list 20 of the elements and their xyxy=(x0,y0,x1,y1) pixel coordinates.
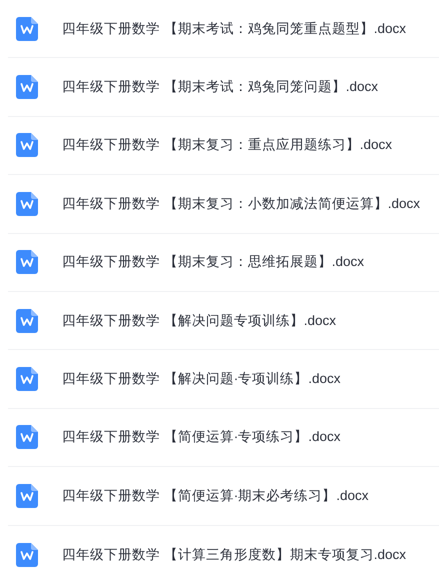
word-document-icon xyxy=(16,133,38,158)
file-name[interactable]: 四年级下册数学 【解决问题·专项训练】.docx xyxy=(62,368,341,390)
word-document-icon xyxy=(16,367,38,392)
word-document-icon xyxy=(16,250,38,274)
file-name[interactable]: 四年级下册数学 【简便运算·期末必考练习】.docx xyxy=(62,486,369,506)
word-document-icon xyxy=(16,75,38,100)
file-name[interactable]: 四年级下册数学 【期末复习：小数加减法简便运算】.docx xyxy=(62,194,420,214)
word-document-icon xyxy=(16,425,38,450)
word-document-icon xyxy=(16,484,38,508)
word-document-icon xyxy=(16,542,38,567)
file-name[interactable]: 四年级下册数学 【解决问题专项训练】.docx xyxy=(62,310,336,331)
file-name[interactable]: 四年级下册数学 【计算三角形度数】期末专项复习.docx xyxy=(62,544,406,565)
file-name[interactable]: 四年级下册数学 【期末复习：思维拓展题】.docx xyxy=(62,252,364,272)
file-name[interactable]: 四年级下册数学 【期末复习：重点应用题练习】.docx xyxy=(62,135,392,156)
word-document-icon xyxy=(16,16,38,41)
word-document-icon xyxy=(16,192,38,216)
file-name[interactable]: 四年级下册数学 【期末考试：鸡兔同笼重点题型】.docx xyxy=(62,18,406,39)
word-document-icon xyxy=(16,308,38,333)
file-name[interactable]: 四年级下册数学 【简便运算·专项练习】.docx xyxy=(62,427,341,448)
file-name[interactable]: 四年级下册数学 【期末考试：鸡兔同笼问题】.docx xyxy=(62,76,378,98)
